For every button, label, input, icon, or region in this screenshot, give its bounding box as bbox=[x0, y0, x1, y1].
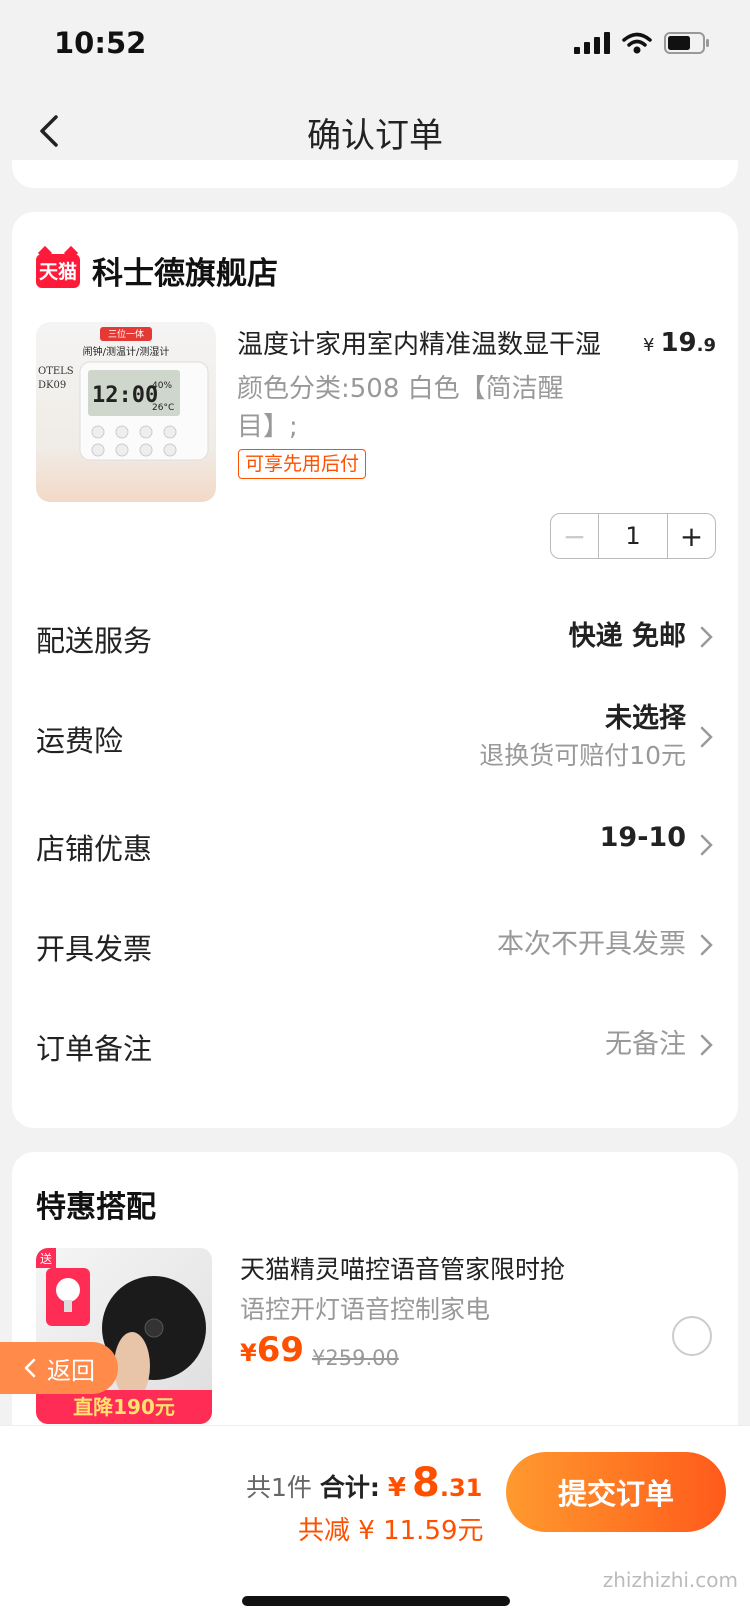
deal-select-radio[interactable] bbox=[672, 1316, 712, 1356]
row-order-note[interactable]: 订单备注 无备注 bbox=[36, 1016, 716, 1076]
smart-speaker-picture: 送 直降190元 bbox=[36, 1248, 212, 1424]
deal-original-price: ¥259.00 bbox=[312, 1346, 399, 1370]
image-humidity-text: 40% bbox=[152, 381, 172, 391]
row-subvalue: 退换货可赔付10元 bbox=[479, 741, 686, 770]
signal-icon bbox=[574, 32, 610, 54]
total-savings: 共减 ¥ 11.59元 bbox=[298, 1516, 484, 1546]
total-summary: 共1件 合计: ¥8.31 bbox=[246, 1460, 482, 1506]
image-badge-text: 三位一体 bbox=[108, 328, 144, 340]
row-value: 无备注 bbox=[605, 1029, 686, 1060]
deal-product-name[interactable]: 天猫精灵喵控语音管家限时抢 bbox=[240, 1250, 565, 1286]
shop-header[interactable]: 天猫 科士德旗舰店 bbox=[36, 248, 278, 293]
chevron-right-icon bbox=[700, 726, 713, 748]
tmall-logo: 天猫 bbox=[36, 253, 80, 288]
item-count: 共1件 bbox=[246, 1473, 312, 1502]
deal-section-title: 特惠搭配 bbox=[36, 1190, 156, 1225]
image-brand-text: OTELS bbox=[38, 366, 74, 377]
row-label: 运费险 bbox=[36, 724, 124, 758]
product-title[interactable]: 温度计家用室内精准温数显干湿 bbox=[237, 324, 642, 361]
watermark: zhizhizhi.com bbox=[602, 1568, 738, 1592]
image-caption-text: 闹钟/测温计/测湿计 bbox=[83, 345, 170, 358]
quantity-stepper: − 1 + bbox=[550, 513, 716, 559]
row-label: 配送服务 bbox=[36, 624, 153, 658]
row-invoice[interactable]: 开具发票 本次不开具发票 bbox=[36, 916, 716, 976]
home-indicator bbox=[242, 1596, 510, 1606]
row-store-discount[interactable]: 店铺优惠 19-10 bbox=[36, 816, 716, 876]
quantity-value[interactable]: 1 bbox=[599, 514, 667, 558]
row-value: 未选择 bbox=[605, 703, 686, 734]
deal-price-value: 69 bbox=[256, 1330, 305, 1370]
total-integer: 8 bbox=[412, 1460, 440, 1506]
battery-icon bbox=[664, 32, 709, 54]
total-price: ¥8.31 bbox=[388, 1460, 482, 1506]
status-bar: 10:52 bbox=[0, 0, 750, 90]
row-value: 快递 免邮 bbox=[568, 621, 686, 652]
deal-price-currency: ¥ bbox=[240, 1339, 257, 1367]
product-spec[interactable]: 颜色分类:508 白色【简洁醒目】; bbox=[237, 370, 602, 446]
floating-back-label: 返回 bbox=[47, 1356, 95, 1385]
shop-order-card: 天猫 科士德旗舰店 三位一体 闹钟/测温计/测湿计 OTELS DK09 12:… bbox=[12, 212, 738, 1128]
shop-name: 科士德旗舰店 bbox=[92, 256, 278, 292]
deal-product-desc: 语控开灯语音控制家电 bbox=[240, 1295, 491, 1324]
price-decimal: .9 bbox=[696, 335, 716, 356]
row-shipping-insurance[interactable]: 运费险 未选择 退换货可赔付10元 bbox=[36, 690, 716, 782]
row-value: 本次不开具发票 bbox=[497, 929, 686, 960]
status-icons bbox=[574, 32, 710, 54]
deal-image-banner: 直降190元 bbox=[73, 1395, 175, 1419]
chevron-right-icon bbox=[700, 626, 713, 648]
quantity-minus-button[interactable]: − bbox=[551, 514, 599, 558]
thermometer-product-picture: 三位一体 闹钟/测温计/测湿计 OTELS DK09 12:00 40% 26°… bbox=[38, 327, 209, 461]
page-title: 确认订单 bbox=[307, 116, 443, 156]
image-model-text: DK09 bbox=[38, 380, 66, 391]
submit-order-button[interactable]: 提交订单 bbox=[506, 1452, 726, 1532]
quantity-plus-button[interactable]: + bbox=[667, 514, 715, 558]
checkout-bar: 共1件 合计: ¥8.31 共减 ¥ 11.59元 提交订单 bbox=[0, 1425, 750, 1624]
pay-later-tag: 可享先用后付 bbox=[238, 449, 367, 479]
total-label: 合计: bbox=[319, 1473, 380, 1502]
row-value: 19-10 bbox=[599, 822, 686, 853]
product-image[interactable]: 三位一体 闹钟/测温计/测湿计 OTELS DK09 12:00 40% 26°… bbox=[36, 322, 216, 502]
floating-back-button[interactable]: 返回 bbox=[0, 1342, 118, 1394]
chevron-right-icon bbox=[700, 834, 713, 856]
chevron-left-icon bbox=[24, 1358, 36, 1378]
chevron-right-icon bbox=[700, 1034, 713, 1056]
row-delivery[interactable]: 配送服务 快递 免邮 bbox=[36, 608, 716, 668]
image-time-text: 12:00 bbox=[92, 383, 158, 408]
product-price: ¥19.9 bbox=[643, 328, 716, 358]
price-currency: ¥ bbox=[642, 335, 655, 356]
deal-image-badge: 送 bbox=[40, 1251, 52, 1266]
address-card-edge bbox=[12, 160, 738, 188]
deal-price: ¥69 bbox=[240, 1330, 304, 1370]
image-temp-text: 26°C bbox=[152, 403, 174, 413]
row-label: 订单备注 bbox=[36, 1032, 153, 1066]
price-integer: 19 bbox=[660, 328, 697, 358]
total-decimal: .31 bbox=[439, 1474, 483, 1502]
row-label: 店铺优惠 bbox=[36, 832, 153, 866]
total-currency: ¥ bbox=[387, 1473, 406, 1503]
deal-product-image[interactable]: 送 直降190元 bbox=[36, 1248, 212, 1424]
status-time: 10:52 bbox=[54, 26, 147, 60]
row-label: 开具发票 bbox=[36, 932, 153, 966]
wifi-icon bbox=[622, 32, 652, 54]
chevron-right-icon bbox=[700, 934, 713, 956]
